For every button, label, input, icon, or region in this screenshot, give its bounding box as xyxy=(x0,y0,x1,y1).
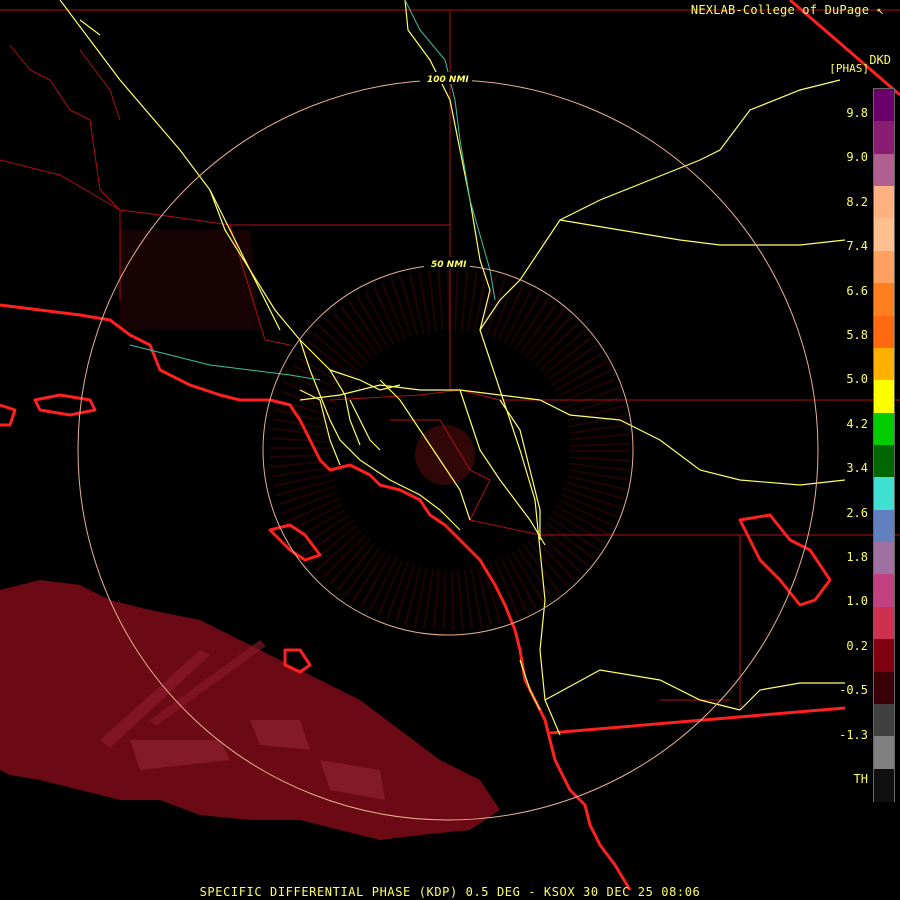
colorbar-segment xyxy=(874,509,894,543)
colorbar-segment xyxy=(874,121,894,155)
radar-map: 50 NMI 100 NMI xyxy=(0,0,900,891)
credit-text: NEXLAB-College of DuPage xyxy=(690,3,870,17)
colorbar-segment xyxy=(874,412,894,446)
clutter-layer xyxy=(120,230,630,630)
colorbar-tick-label: 1.0 xyxy=(846,594,868,609)
colorbar-segment xyxy=(874,477,894,511)
colorbar-segment xyxy=(874,768,894,802)
colorbar-segment xyxy=(874,445,894,478)
colorbar-tick-label: 2.6 xyxy=(846,505,868,520)
colorbar-tick-label: 5.0 xyxy=(846,372,868,387)
colorbar-segment xyxy=(874,218,894,252)
colorbar-tick-label: 9.8 xyxy=(846,106,868,120)
colorbar xyxy=(873,88,895,802)
colorbar-segment xyxy=(874,639,894,673)
colorbar-tick-label: 9.0 xyxy=(846,150,868,165)
colorbar-tick-label: 7.4 xyxy=(846,239,868,254)
product-unit: [PHAS] xyxy=(829,62,869,75)
range-ring-label-100: 100 NMI xyxy=(427,75,469,85)
product-code: DKD xyxy=(869,53,891,67)
colorbar-segment xyxy=(874,283,894,317)
colorbar-tick-label: 6.6 xyxy=(846,283,868,298)
colorbar-tick-label: 3.4 xyxy=(846,461,868,476)
colorbar-tick-label: 1.8 xyxy=(846,550,868,564)
range-ring-label-50: 50 NMI xyxy=(431,260,467,270)
colorbar-tick-label: 5.8 xyxy=(846,328,868,342)
colorbar-tick-label: -1.3 xyxy=(839,727,868,742)
colorbar-tick-label: -0.5 xyxy=(839,683,868,698)
colorbar-segment xyxy=(874,347,894,381)
colorbar-tick-label: 0.2 xyxy=(846,638,868,653)
colorbar-segment xyxy=(874,89,894,122)
colorbar-segment xyxy=(874,153,894,187)
colorbar-tick-label: 4.2 xyxy=(846,416,868,431)
colorbar-segment xyxy=(874,250,894,284)
colorbar-segment xyxy=(874,380,894,414)
radar-viewer: 50 NMI 100 NMI NEXLAB-College of DuPage … xyxy=(0,0,900,900)
colorbar-segment xyxy=(874,574,894,608)
colorbar-tick-label: 8.2 xyxy=(846,194,868,209)
colorbar-segment xyxy=(874,671,894,705)
county-lines xyxy=(0,9,900,710)
colorbar-segment xyxy=(874,186,894,220)
arrow-icon: ↖ xyxy=(876,3,884,17)
colorbar-segment xyxy=(874,736,894,770)
colorbar-tick-label: TH xyxy=(853,772,868,786)
colorbar-segment xyxy=(874,542,894,576)
credit-label: NEXLAB-College of DuPage ↖ xyxy=(691,3,884,17)
colorbar-segment xyxy=(874,606,894,640)
colorbar-segment xyxy=(874,703,894,737)
colorbar-segment xyxy=(874,315,894,349)
product-footer: SPECIFIC DIFFERENTIAL PHASE (KDP) 0.5 DE… xyxy=(199,885,701,899)
